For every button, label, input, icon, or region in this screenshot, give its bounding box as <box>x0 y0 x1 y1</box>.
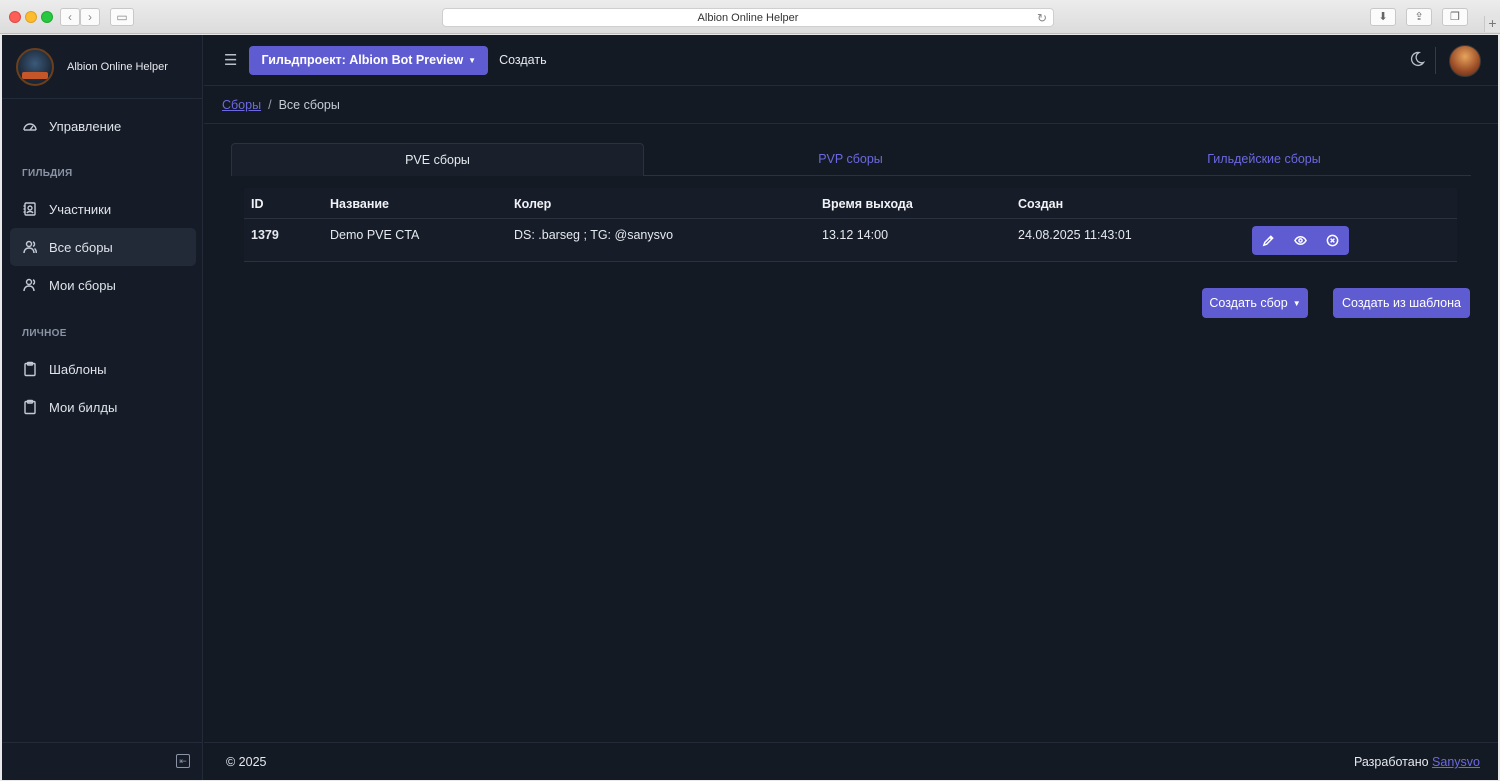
users-icon <box>23 240 37 254</box>
sidebar-item-label: Все сборы <box>49 239 113 255</box>
maximize-window-button[interactable] <box>41 11 53 23</box>
footer: © 2025 Разработано Sanysvo <box>204 742 1498 780</box>
cell-id: 1379 <box>251 228 279 242</box>
header-name: Название <box>330 197 390 211</box>
caret-down-icon: ▼ <box>468 55 477 65</box>
header-time: Время выхода <box>822 197 913 211</box>
sidebar-item-label: Участники <box>49 201 112 217</box>
sidebar-item-label: Мои сборы <box>49 277 116 293</box>
tabs-icon[interactable]: ❐ <box>1442 8 1468 26</box>
minimize-window-button[interactable] <box>25 11 37 23</box>
brand[interactable]: Albion Online Helper <box>2 35 202 99</box>
create-link[interactable]: Создать <box>499 53 547 67</box>
app: Albion Online Helper Управление ГИЛЬДИЯ … <box>2 35 1498 780</box>
sidebar-item-dashboard[interactable]: Управление <box>10 107 196 145</box>
download-icon[interactable]: ⬇ <box>1370 8 1396 26</box>
brand-name: Albion Online Helper <box>67 60 168 73</box>
page-title-text: Albion Online Helper <box>697 12 799 24</box>
delete-button[interactable] <box>1317 226 1349 255</box>
close-window-button[interactable] <box>9 11 21 23</box>
sidebar-toggle-icon[interactable]: ▭ <box>110 8 134 26</box>
sidebar-section-personal: ЛИЧНОЕ <box>22 328 67 339</box>
raids-table: ID Название Колер Время выхода Создан 13… <box>244 188 1457 262</box>
cell-created: 24.08.2025 11:43:01 <box>1018 228 1132 242</box>
author-link[interactable]: Sanysvo <box>1432 755 1480 769</box>
sidebar: Albion Online Helper Управление ГИЛЬДИЯ … <box>2 35 203 780</box>
cell-time: 13.12 14:00 <box>822 228 889 242</box>
back-icon[interactable]: ‹ <box>60 8 80 26</box>
eye-icon <box>1294 236 1307 245</box>
header-caller: Колер <box>514 197 552 211</box>
menu-icon[interactable]: ☰ <box>224 51 237 69</box>
clipboard-icon <box>24 399 36 415</box>
forward-icon[interactable]: › <box>80 8 100 26</box>
create-raid-button[interactable]: Создать сбор ▼ <box>1202 288 1308 318</box>
breadcrumb-current: Все сборы <box>278 97 340 112</box>
moon-icon[interactable] <box>1409 51 1425 67</box>
developed-by-label: Разработано <box>1353 755 1429 769</box>
tab-guild[interactable]: Гильдейские сборы <box>1057 143 1471 176</box>
edit-button[interactable] <box>1252 226 1284 255</box>
pencil-icon <box>1262 235 1274 247</box>
copyright: © 2025 <box>226 755 267 769</box>
sidebar-item-my-builds[interactable]: Мои билды <box>10 388 196 426</box>
create-from-template-button[interactable]: Создать из шаблона <box>1333 288 1470 318</box>
sidebar-item-label: Мои билды <box>49 399 118 415</box>
sidebar-item-templates[interactable]: Шаблоны <box>10 350 196 388</box>
close-circle-icon <box>1326 234 1339 247</box>
header-id: ID <box>251 197 264 211</box>
table-header: ID Название Колер Время выхода Создан <box>244 188 1457 219</box>
caret-down-icon: ▼ <box>1292 298 1301 308</box>
sidebar-item-all-raids[interactable]: Все сборы <box>10 228 196 266</box>
guild-select-button[interactable]: Гильдпроект: Albion Bot Preview ▼ <box>249 45 489 75</box>
header-created: Создан <box>1018 197 1064 211</box>
view-button[interactable] <box>1284 226 1316 255</box>
logo-icon <box>16 47 54 86</box>
sidebar-item-members[interactable]: Участники <box>10 190 196 228</box>
table-row: 1379 Demo PVE CTA DS: .barseg ; TG: @san… <box>244 219 1457 262</box>
sidebar-item-label: Управление <box>49 118 122 134</box>
raid-tabs: PVE сборы PVP сборы Гильдейские сборы <box>231 143 1471 176</box>
contacts-icon <box>23 202 36 216</box>
breadcrumb-root-link[interactable]: Сборы <box>222 98 261 112</box>
tab-pvp[interactable]: PVP сборы <box>644 143 1057 176</box>
cell-caller: DS: .barseg ; TG: @sanysvo <box>514 228 674 242</box>
dashboard-icon <box>23 123 37 131</box>
share-icon[interactable]: ⇪ <box>1406 8 1432 26</box>
sidebar-section-guild: ГИЛЬДИЯ <box>22 168 73 179</box>
avatar[interactable] <box>1449 45 1481 77</box>
row-actions <box>1252 226 1349 255</box>
tab-pve[interactable]: PVE сборы <box>231 143 644 176</box>
reload-icon[interactable]: ↻ <box>1037 9 1047 27</box>
topbar: ☰ Гильдпроект: Albion Bot Preview ▼ Созд… <box>204 35 1498 86</box>
sidebar-item-my-raids[interactable]: Мои сборы <box>10 266 196 304</box>
developed-by: Разработано Sanysvo <box>1354 755 1480 769</box>
user-icon <box>23 278 36 292</box>
create-raid-label: Создать сбор <box>1209 296 1288 310</box>
new-tab-icon[interactable]: + <box>1484 16 1500 32</box>
address-bar[interactable]: Albion Online Helper ↻ <box>442 8 1054 27</box>
clipboard-icon <box>24 361 36 377</box>
cell-name: Demo PVE CTA <box>330 228 420 242</box>
browser-toolbar: ‹ › ▭ Albion Online Helper ↻ ⬇ ⇪ ❐ + <box>0 0 1500 34</box>
breadcrumb-separator: / <box>268 97 272 112</box>
sidebar-item-label: Шаблоны <box>49 361 107 377</box>
guild-select-label: Гильдпроект: Albion Bot Preview <box>261 53 464 67</box>
collapse-sidebar-icon[interactable]: ⇤ <box>176 754 190 768</box>
sidebar-footer: ⇤ <box>2 742 202 780</box>
main: ☰ Гильдпроект: Albion Bot Preview ▼ Созд… <box>204 35 1498 780</box>
breadcrumb: Сборы / Все сборы <box>204 86 1498 124</box>
topbar-divider <box>1435 47 1436 74</box>
